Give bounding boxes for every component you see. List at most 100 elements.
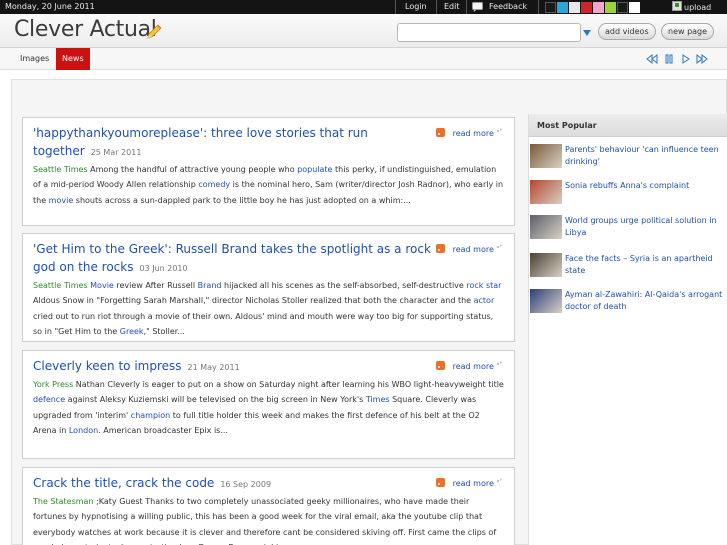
search-dropdown-icon[interactable]: [583, 30, 591, 36]
keyword-link[interactable]: Brand: [198, 281, 222, 290]
new-page-button[interactable]: new page: [661, 23, 715, 40]
news-text: cried out to run riot through a movie of…: [33, 311, 494, 337]
swatch-1[interactable]: [545, 2, 556, 13]
news-body: Seattle Times Among the handful of attra…: [33, 162, 504, 208]
popular-thumbnail[interactable]: [530, 180, 562, 204]
popular-link[interactable]: Ayman al-Zawahiri: Al-Qaida's arrogant d…: [565, 289, 725, 313]
news-text: Among the handful of attractive young pe…: [87, 165, 298, 174]
news-title[interactable]: 'Get Him to the Greek': Russell Brand ta…: [33, 242, 431, 274]
read-more-link[interactable]: read more »°: [435, 361, 502, 371]
divider: [466, 0, 467, 14]
news-title[interactable]: Crack the title, crack the code: [33, 476, 214, 490]
feedback-icon: [472, 2, 483, 14]
popular-item[interactable]: Face the facts – Syria is an apartheid s…: [529, 253, 727, 287]
site-header: Clever Actual add videos new page: [0, 14, 727, 48]
read-more-label: read more: [452, 129, 494, 138]
news-source[interactable]: The Statesman: [33, 497, 94, 506]
keyword-link[interactable]: Greek: [120, 327, 144, 336]
news-text: hijacked all his scenes as the self-abso…: [221, 281, 467, 290]
popular-thumbnail[interactable]: [530, 289, 562, 313]
popular-link[interactable]: Face the facts – Syria is an apartheid s…: [565, 253, 725, 277]
popular-item[interactable]: World groups urge political solution in …: [529, 215, 727, 249]
rss-icon: [435, 244, 445, 253]
fast-forward-icon[interactable]: [696, 54, 708, 64]
keyword-link[interactable]: London: [69, 426, 98, 435]
swatch-8[interactable]: [629, 2, 640, 13]
news-source[interactable]: Seattle Times: [33, 281, 88, 290]
keyword-link[interactable]: Movie: [90, 281, 114, 290]
tab-news[interactable]: News: [56, 48, 90, 70]
divider: [436, 0, 437, 14]
news-text: Nathan Cleverly is eager to put on a sho…: [73, 380, 504, 389]
read-more-link[interactable]: read more »°: [435, 244, 502, 254]
popular-link[interactable]: Parents' behaviour 'can influence teen d…: [565, 144, 725, 168]
news-text: review After Russell: [113, 281, 198, 290]
keyword-link[interactable]: champion: [131, 411, 170, 420]
news-item: Cleverly keen to impress 21 May 2011 York…: [22, 350, 515, 459]
upload-label: upload: [684, 3, 712, 12]
play-icon[interactable]: [680, 54, 692, 64]
news-source[interactable]: Seattle Times: [33, 165, 88, 174]
news-body: The Statesman ;Katy Guest Thanks to two …: [33, 494, 504, 545]
pause-icon[interactable]: [663, 54, 675, 64]
keyword-link[interactable]: actor: [474, 296, 495, 305]
read-more-label: read more: [452, 479, 494, 488]
news-body: Seattle Times Movie review After Russell…: [33, 278, 504, 340]
divider: [395, 0, 396, 14]
news-item: Crack the title, crack the code 16 Sep 20…: [22, 467, 515, 545]
swatch-7[interactable]: [617, 2, 628, 13]
read-more-link[interactable]: read more »°: [435, 478, 502, 488]
divider: [538, 0, 539, 14]
swatch-5[interactable]: [593, 2, 604, 13]
swatch-4[interactable]: [581, 2, 592, 13]
news-source[interactable]: York Press: [33, 380, 73, 389]
keyword-link[interactable]: movie: [49, 196, 74, 205]
news-date: 03 Jun 2010: [139, 264, 188, 273]
site-logo[interactable]: Clever Actual: [14, 17, 157, 42]
news-date: 25 Mar 2011: [90, 148, 142, 157]
section-tabs: Images News: [0, 48, 727, 70]
popular-thumbnail[interactable]: [530, 253, 562, 277]
news-text: ," Stoller...: [143, 327, 185, 337]
pencil-icon: [147, 24, 162, 39]
popular-item[interactable]: Sonia rebuffs Anna's complaint: [529, 180, 727, 214]
popular-thumbnail[interactable]: [530, 215, 562, 239]
add-videos-button[interactable]: add videos: [598, 23, 656, 40]
upload-icon: [672, 1, 682, 11]
keyword-link[interactable]: populate: [297, 165, 332, 174]
news-body: York Press Nathan Cleverly is eager to p…: [33, 377, 504, 439]
search-input[interactable]: [397, 23, 581, 42]
popular-link[interactable]: World groups urge political solution in …: [565, 215, 725, 239]
rewind-icon[interactable]: [646, 54, 658, 64]
keyword-link[interactable]: comedy: [198, 180, 230, 189]
popular-link[interactable]: Sonia rebuffs Anna's complaint: [565, 180, 725, 192]
rss-icon: [435, 128, 445, 137]
swatch-6[interactable]: [605, 2, 616, 13]
news-text: against Aleksy Kuziemski will be televis…: [65, 395, 366, 405]
popular-item[interactable]: Parents' behaviour 'can influence teen d…: [529, 144, 727, 178]
read-more-label: read more: [452, 362, 494, 371]
news-text: ;Katy Guest Thanks to two completely una…: [33, 497, 497, 545]
swatch-3[interactable]: [569, 2, 580, 13]
most-popular-panel: Most Popular Parents' behaviour 'can inf…: [528, 114, 727, 545]
keyword-link[interactable]: defence: [33, 395, 65, 404]
news-text: shouts across a sun-dappled park to the …: [73, 195, 411, 205]
edit-link[interactable]: Edit: [444, 2, 460, 11]
popular-thumbnail[interactable]: [530, 144, 562, 168]
news-text: Aldous Snow in "Forgetting Sarah Marshal…: [33, 296, 474, 306]
news-date: 16 Sep 2009: [220, 480, 272, 489]
swatch-2[interactable]: [557, 2, 568, 13]
news-item: 'happythankyoumoreplease': three love st…: [22, 117, 515, 226]
news-title[interactable]: Cleverly keen to impress: [33, 359, 182, 373]
feedback-link[interactable]: Feedback: [489, 2, 527, 11]
news-item: 'Get Him to the Greek': Russell Brand ta…: [22, 233, 515, 342]
popular-item[interactable]: Ayman al-Zawahiri: Al-Qaida's arrogant d…: [529, 289, 727, 323]
keyword-link[interactable]: rock star: [466, 281, 501, 290]
news-title[interactable]: 'happythankyoumoreplease': three love st…: [33, 126, 368, 158]
read-more-link[interactable]: read more »°: [435, 128, 502, 138]
upload-link[interactable]: upload: [672, 1, 711, 12]
tab-images[interactable]: Images: [14, 48, 55, 70]
keyword-link[interactable]: Times: [366, 395, 390, 404]
login-link[interactable]: Login: [405, 2, 427, 11]
news-date: 21 May 2011: [187, 363, 240, 372]
